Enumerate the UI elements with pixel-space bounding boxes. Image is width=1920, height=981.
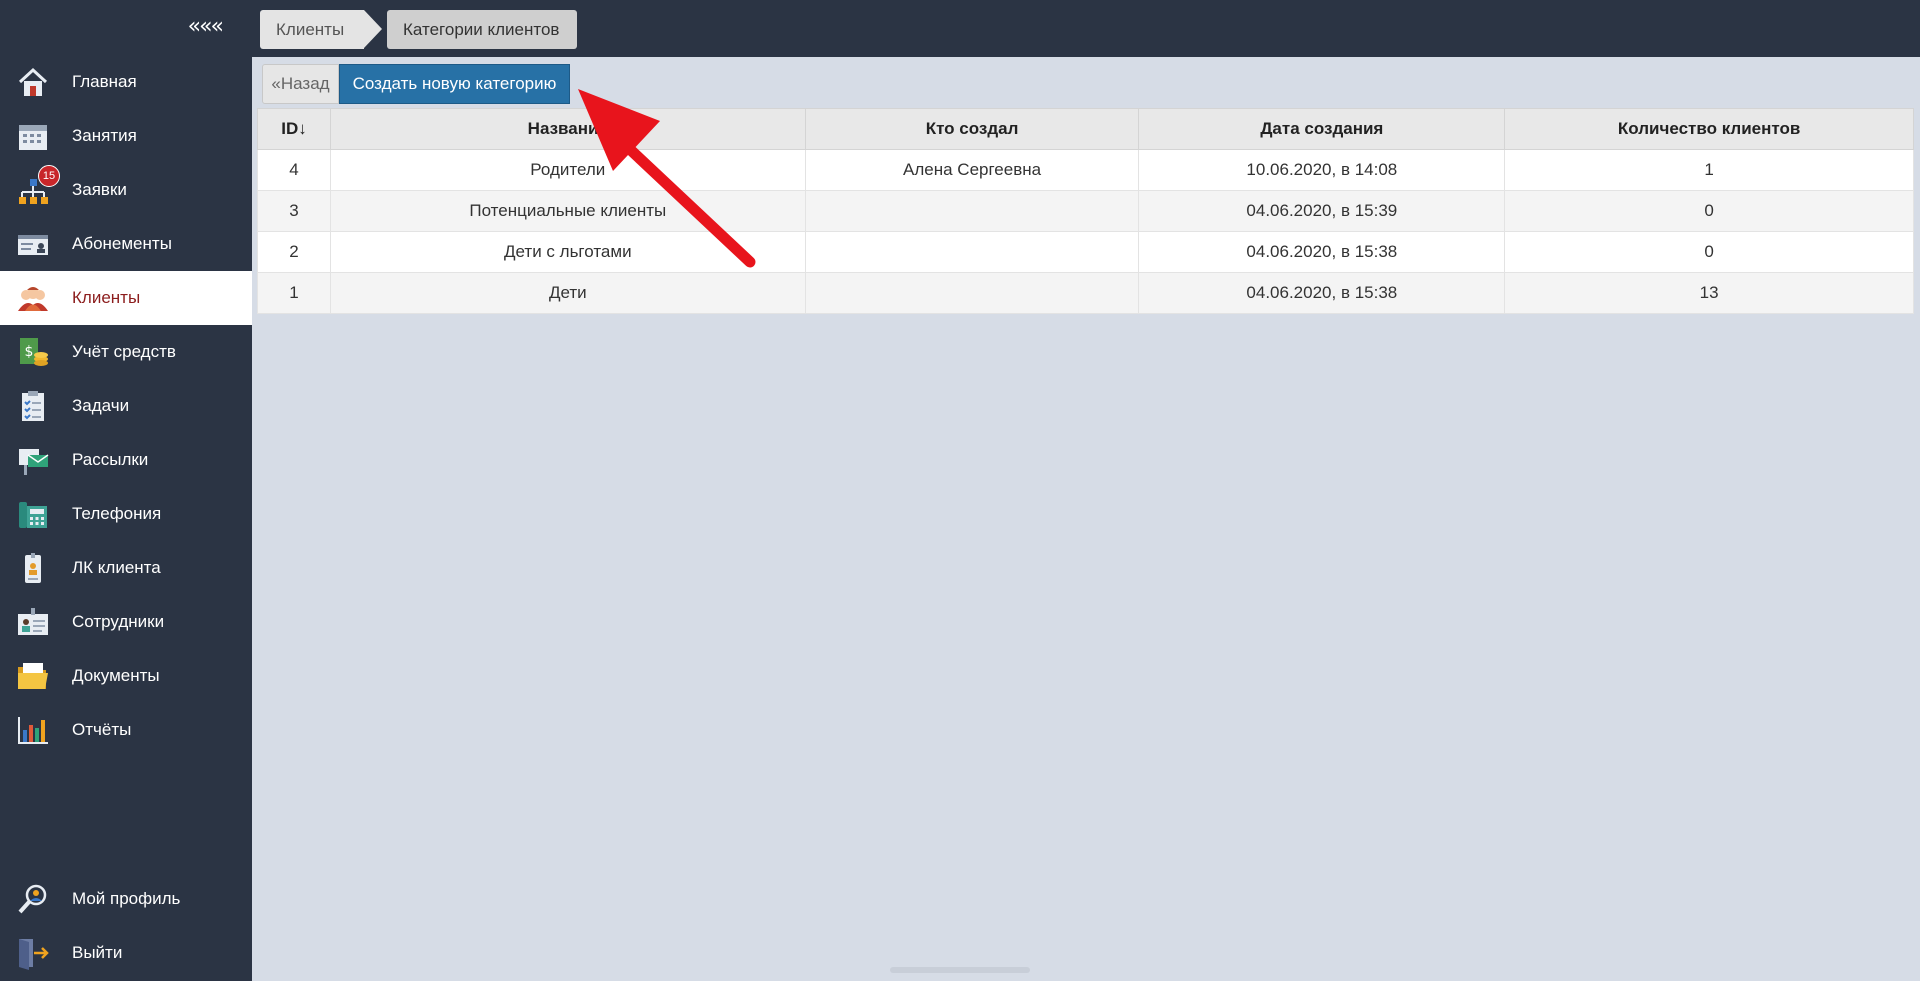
sidebar-item-label: Клиенты xyxy=(72,288,141,307)
mailing-icon xyxy=(16,443,50,477)
table-header-row: ID↓ Название Кто создал Дата создания Ко… xyxy=(257,108,1914,150)
cell-id: 2 xyxy=(257,231,331,273)
column-header-creator[interactable]: Кто создал xyxy=(804,108,1140,150)
column-header-client-count[interactable]: Количество клиентов xyxy=(1504,108,1914,150)
sidebar-item-subscriptions[interactable]: Абонементы xyxy=(0,217,252,271)
top-bar: Клиенты Категории клиентов xyxy=(252,0,1920,57)
sidebar-item-telephony[interactable]: Телефония xyxy=(0,487,252,541)
sidebar-item-employees[interactable]: Сотрудники xyxy=(0,595,252,649)
tasks-icon xyxy=(16,389,50,423)
logout-icon xyxy=(16,936,50,970)
phone-icon xyxy=(16,497,50,531)
back-button[interactable]: «Назад xyxy=(262,64,339,104)
sidebar-item-label: Сотрудники xyxy=(72,612,165,631)
cell-client-count: 0 xyxy=(1504,231,1914,273)
requests-icon: 15 xyxy=(16,165,60,207)
sidebar-item-label: Заявки xyxy=(72,180,127,199)
client-account-icon xyxy=(16,551,50,585)
requests-badge: 15 xyxy=(38,165,60,187)
cell-id: 4 xyxy=(257,149,331,191)
column-header-name[interactable]: Название xyxy=(329,108,806,150)
subscription-card-icon xyxy=(16,227,50,261)
cell-created-date: 04.06.2020, в 15:38 xyxy=(1138,272,1506,314)
sidebar-item-label: ЛК клиента xyxy=(72,558,161,577)
employees-icon xyxy=(16,605,50,639)
cell-created-date: 10.06.2020, в 14:08 xyxy=(1138,149,1506,191)
table-row[interactable]: 2 Дети с льготами 04.06.2020, в 15:38 0 xyxy=(257,231,1914,273)
cell-id: 3 xyxy=(257,190,331,232)
sidebar-item-label: Главная xyxy=(72,72,137,91)
cell-name: Дети xyxy=(329,272,806,314)
sidebar-item-classes[interactable]: Занятия xyxy=(0,109,252,163)
sidebar-item-label: Выйти xyxy=(72,943,123,962)
categories-table: ID↓ Название Кто создал Дата создания Ко… xyxy=(257,108,1914,314)
sidebar-item-label: Документы xyxy=(72,666,160,685)
documents-icon xyxy=(16,659,50,693)
home-icon xyxy=(16,65,50,99)
sidebar-item-label: Отчёты xyxy=(72,720,132,739)
sidebar-item-logout[interactable]: Выйти xyxy=(0,926,252,980)
create-category-button[interactable]: Создать новую категорию xyxy=(339,64,570,104)
sidebar-item-finance[interactable]: $ Учёт средств xyxy=(0,325,252,379)
sidebar-item-label: Рассылки xyxy=(72,450,149,469)
sidebar-item-label: Абонементы xyxy=(72,234,172,253)
svg-text:$: $ xyxy=(25,344,34,360)
sidebar-item-requests[interactable]: 15 Заявки xyxy=(0,163,252,217)
cell-client-count: 13 xyxy=(1504,272,1914,314)
profile-icon xyxy=(16,882,50,916)
cell-created-date: 04.06.2020, в 15:38 xyxy=(1138,231,1506,273)
sidebar-item-tasks[interactable]: Задачи xyxy=(0,379,252,433)
column-header-id[interactable]: ID↓ xyxy=(257,108,331,150)
sidebar-item-profile[interactable]: Мой профиль xyxy=(0,872,252,926)
cell-client-count: 1 xyxy=(1504,149,1914,191)
sidebar-item-client-account[interactable]: ЛК клиента xyxy=(0,541,252,595)
cell-client-count: 0 xyxy=(1504,190,1914,232)
sidebar-item-label: Задачи xyxy=(72,396,130,415)
cell-name: Дети с льготами xyxy=(329,231,806,273)
sidebar-item-label: Занятия xyxy=(72,126,137,145)
sidebar-collapse-button[interactable]: ««« xyxy=(188,14,224,39)
sidebar-item-label: Мой профиль xyxy=(72,889,181,908)
sidebar-item-label: Учёт средств xyxy=(72,342,176,361)
sidebar-item-documents[interactable]: Документы xyxy=(0,649,252,703)
cell-created-date: 04.06.2020, в 15:39 xyxy=(1138,190,1506,232)
cell-creator xyxy=(804,231,1140,273)
sidebar-item-reports[interactable]: Отчёты xyxy=(0,703,252,757)
reports-icon xyxy=(16,713,50,747)
horizontal-scroll-handle[interactable] xyxy=(890,967,1030,973)
sidebar-item-label: Телефония xyxy=(72,504,162,523)
table-row[interactable]: 3 Потенциальные клиенты 04.06.2020, в 15… xyxy=(257,190,1914,232)
sidebar: ««« Главная Занятия 15 Заявки Абонементы… xyxy=(0,0,252,981)
cell-name: Родители xyxy=(329,149,806,191)
breadcrumb-client-categories[interactable]: Категории клиентов xyxy=(387,10,577,49)
cell-id: 1 xyxy=(257,272,331,314)
cell-name: Потенциальные клиенты xyxy=(329,190,806,232)
column-header-created-date[interactable]: Дата создания xyxy=(1138,108,1506,150)
cell-creator xyxy=(804,272,1140,314)
cell-creator: Алена Сергеевна xyxy=(804,149,1140,191)
calendar-icon xyxy=(16,119,50,153)
cell-creator xyxy=(804,190,1140,232)
table-row[interactable]: 4 Родители Алена Сергеевна 10.06.2020, в… xyxy=(257,149,1914,191)
breadcrumb-clients[interactable]: Клиенты xyxy=(260,10,382,49)
sidebar-item-home[interactable]: Главная xyxy=(0,55,252,109)
clients-icon xyxy=(16,281,50,315)
table-row[interactable]: 1 Дети 04.06.2020, в 15:38 13 xyxy=(257,272,1914,314)
sidebar-item-mailings[interactable]: Рассылки xyxy=(0,433,252,487)
sidebar-item-clients[interactable]: Клиенты xyxy=(0,271,252,325)
money-icon: $ xyxy=(16,335,50,369)
